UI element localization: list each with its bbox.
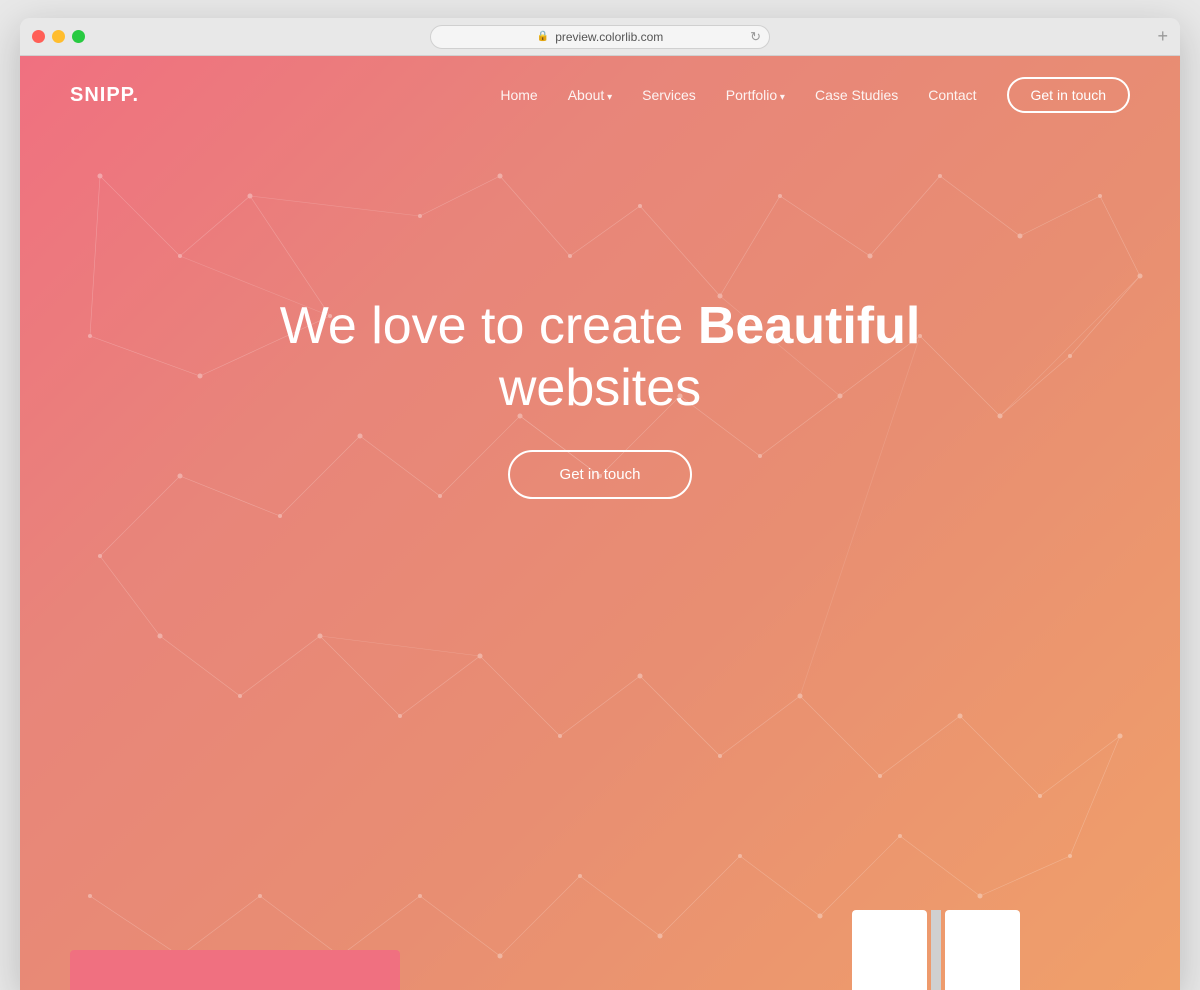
navigation: SNIPP. Home About Services Portfolio Cas… bbox=[20, 56, 1180, 135]
nav-menu: Home About Services Portfolio Case Studi… bbox=[500, 87, 1130, 105]
nav-item-home[interactable]: Home bbox=[500, 87, 537, 105]
close-button[interactable] bbox=[32, 30, 45, 43]
nav-item-portfolio[interactable]: Portfolio bbox=[726, 87, 785, 105]
reload-icon[interactable]: ↻ bbox=[750, 29, 761, 45]
hero-heading-line2: websites bbox=[499, 359, 701, 417]
nav-item-contact[interactable]: Contact bbox=[928, 87, 976, 105]
nav-link-home[interactable]: Home bbox=[500, 87, 537, 103]
hero-heading-bold: Beautiful bbox=[698, 297, 920, 355]
nav-link-services[interactable]: Services bbox=[642, 87, 696, 103]
lock-icon: 🔒 bbox=[537, 31, 549, 42]
nav-link-contact[interactable]: Contact bbox=[928, 87, 976, 103]
nav-link-case-studies[interactable]: Case Studies bbox=[815, 87, 898, 103]
bottom-peek bbox=[20, 910, 1180, 990]
hero-heading: We love to create Beautiful websites bbox=[280, 295, 921, 420]
minimize-button[interactable] bbox=[52, 30, 65, 43]
browser-titlebar: 🔒 preview.colorlib.com ↻ + bbox=[20, 18, 1180, 56]
white-card-1 bbox=[852, 910, 927, 990]
hero-cta-button[interactable]: Get in touch bbox=[508, 450, 693, 499]
nav-item-services[interactable]: Services bbox=[642, 87, 696, 105]
constellation-background bbox=[20, 56, 1180, 990]
nav-link-portfolio[interactable]: Portfolio bbox=[726, 87, 785, 103]
nav-link-about[interactable]: About bbox=[568, 87, 612, 103]
white-card-group bbox=[852, 910, 1020, 990]
nav-cta-button[interactable]: Get in touch bbox=[1007, 77, 1131, 113]
nav-item-cta[interactable]: Get in touch bbox=[1007, 87, 1131, 105]
hero-heading-normal: We love to create bbox=[280, 297, 684, 355]
traffic-lights bbox=[32, 30, 85, 43]
url-text: preview.colorlib.com bbox=[555, 30, 663, 44]
browser-window: 🔒 preview.colorlib.com ↻ + bbox=[20, 18, 1180, 990]
nav-item-case-studies[interactable]: Case Studies bbox=[815, 87, 898, 105]
new-tab-button[interactable]: + bbox=[1157, 26, 1168, 47]
nav-item-about[interactable]: About bbox=[568, 87, 612, 105]
site-logo[interactable]: SNIPP. bbox=[70, 84, 139, 107]
hero-section: We love to create Beautiful websites Get… bbox=[20, 295, 1180, 499]
white-card-2 bbox=[945, 910, 1020, 990]
url-bar[interactable]: 🔒 preview.colorlib.com ↻ bbox=[430, 25, 770, 49]
maximize-button[interactable] bbox=[72, 30, 85, 43]
bottom-pink-bar bbox=[70, 950, 400, 990]
website-hero: SNIPP. Home About Services Portfolio Cas… bbox=[20, 56, 1180, 990]
white-card-divider bbox=[931, 910, 941, 990]
